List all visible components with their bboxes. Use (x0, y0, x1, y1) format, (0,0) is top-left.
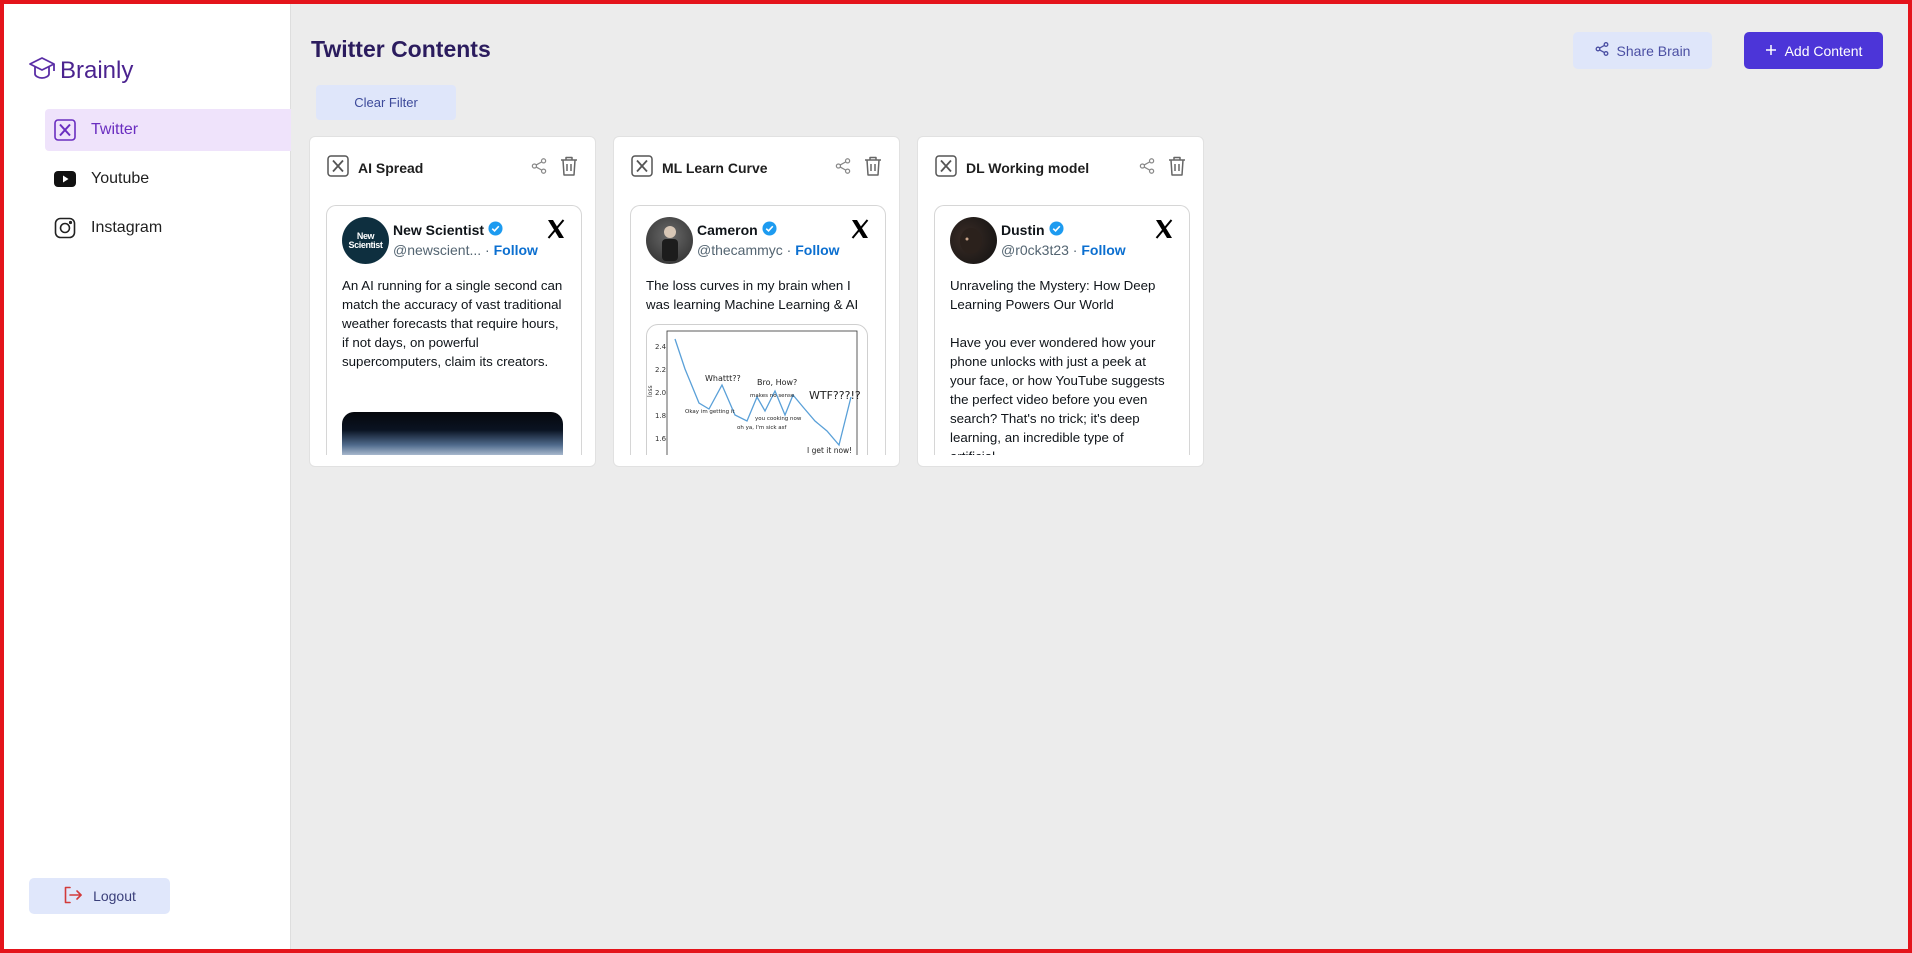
verified-badge-icon (488, 221, 503, 239)
add-content-label: Add Content (1784, 42, 1863, 59)
tweet-media-image[interactable] (342, 412, 563, 455)
card-header: ML Learn Curve (631, 154, 883, 182)
content-card: AI Spread New Scientist New Scientist @n… (309, 136, 596, 467)
tweet-embed[interactable]: Cameron @thecammyc · Follow The loss cur… (630, 205, 886, 455)
tweet-embed[interactable]: New Scientist New Scientist @newscient..… (326, 205, 582, 455)
brand-name: Brainly (60, 56, 134, 84)
tweet-text: The loss curves in my brain when I was l… (646, 278, 859, 312)
trash-icon[interactable] (559, 155, 579, 182)
brand-logo[interactable]: Brainly (28, 54, 133, 87)
instagram-icon (53, 216, 77, 240)
avatar[interactable]: New Scientist (342, 217, 389, 264)
follow-link[interactable]: Follow (494, 242, 538, 258)
sidebar: Brainly Twitter Youtube Instagram Logout (4, 4, 291, 949)
graduation-cap-icon (28, 54, 56, 87)
logout-button[interactable]: Logout (29, 878, 170, 914)
main-content: Twitter Contents Clear Filter Share Brai… (291, 4, 1908, 949)
card-header: AI Spread (327, 154, 579, 182)
card-title: DL Working model (966, 160, 1090, 176)
share-brain-label: Share Brain (1616, 42, 1691, 59)
chart-tick: 2.0 (655, 389, 666, 397)
share-icon[interactable] (531, 157, 547, 179)
card-title: AI Spread (358, 160, 424, 176)
content-card: DL Working model Dustin @r0ck3t23 · Foll… (917, 136, 1204, 467)
x-logo-icon (935, 154, 957, 182)
follow-link[interactable]: Follow (1081, 242, 1125, 258)
content-card: ML Learn Curve Cameron @thecammyc · Foll… (613, 136, 900, 467)
sidebar-item-instagram[interactable]: Instagram (45, 207, 291, 249)
chart-annotation: WTF???!? (809, 389, 861, 402)
tweet-handle: @newscient... · Follow (393, 242, 538, 258)
chart-tick: 2.4 (655, 343, 667, 351)
page-title: Twitter Contents (311, 36, 491, 62)
tweet-author[interactable]: Cameron (697, 221, 777, 239)
x-logo-icon (631, 154, 653, 182)
sidebar-item-twitter[interactable]: Twitter (45, 109, 291, 151)
x-logo-icon (53, 118, 77, 142)
x-logo-icon (327, 154, 349, 182)
card-title: ML Learn Curve (662, 160, 768, 176)
content-grid: AI Spread New Scientist New Scientist @n… (309, 136, 1204, 467)
sidebar-nav: Twitter Youtube Instagram (45, 109, 291, 256)
tweet-author[interactable]: New Scientist (393, 221, 503, 239)
trash-icon[interactable] (1167, 155, 1187, 182)
tweet-text: An AI running for a single second can ma… (342, 278, 563, 369)
chart-ylabel: loss (647, 385, 654, 397)
sidebar-item-label: Twitter (91, 121, 139, 138)
share-icon[interactable] (1139, 157, 1155, 179)
chart-tick: 2.2 (655, 366, 666, 374)
chart-annotation: oh ya, I'm sick asf (737, 425, 788, 431)
tweet-media-image[interactable]: loss 2.4 2.2 2.0 1.8 1.6 Whattt?? Bro, H… (646, 324, 868, 455)
app-window: Brainly Twitter Youtube Instagram Logout… (0, 0, 1912, 953)
logout-icon (63, 886, 83, 907)
chart-annotation: Bro, How? (757, 378, 797, 387)
card-header: DL Working model (935, 154, 1187, 182)
tweet-embed[interactable]: Dustin @r0ck3t23 · Follow Unraveling the… (934, 205, 1190, 455)
trash-icon[interactable] (863, 155, 883, 182)
clear-filter-button[interactable]: Clear Filter (316, 85, 456, 120)
tweet-author[interactable]: Dustin (1001, 221, 1064, 239)
share-brain-button[interactable]: Share Brain (1573, 32, 1712, 69)
chart-annotation: I get it now! (807, 446, 852, 455)
logout-label: Logout (93, 888, 136, 904)
chart-tick: 1.8 (655, 412, 666, 420)
avatar[interactable] (950, 217, 997, 264)
add-content-button[interactable]: Add Content (1744, 32, 1883, 69)
chart-annotation: you cooking now (755, 416, 802, 422)
verified-badge-icon (762, 221, 777, 239)
sidebar-item-label: Youtube (91, 170, 150, 187)
tweet-handle: @r0ck3t23 · Follow (1001, 242, 1126, 258)
chart-annotation: Okay im getting it (685, 409, 735, 415)
avatar[interactable] (646, 217, 693, 264)
tweet-handle: @thecammyc · Follow (697, 242, 840, 258)
x-logo-icon[interactable] (849, 218, 871, 245)
chart-annotation: Whattt?? (705, 374, 741, 383)
chart-annotation: makes no sense (750, 393, 795, 399)
share-icon (1595, 42, 1609, 59)
plus-icon (1765, 43, 1777, 59)
chart-tick: 1.6 (655, 435, 667, 443)
x-logo-icon[interactable] (1153, 218, 1175, 245)
sidebar-item-label: Instagram (91, 219, 163, 236)
tweet-text: Unraveling the Mystery: How Deep Learnin… (950, 278, 1165, 455)
verified-badge-icon (1049, 221, 1064, 239)
youtube-icon (53, 167, 77, 191)
sidebar-item-youtube[interactable]: Youtube (45, 158, 291, 200)
share-icon[interactable] (835, 157, 851, 179)
x-logo-icon[interactable] (545, 218, 567, 245)
follow-link[interactable]: Follow (795, 242, 839, 258)
